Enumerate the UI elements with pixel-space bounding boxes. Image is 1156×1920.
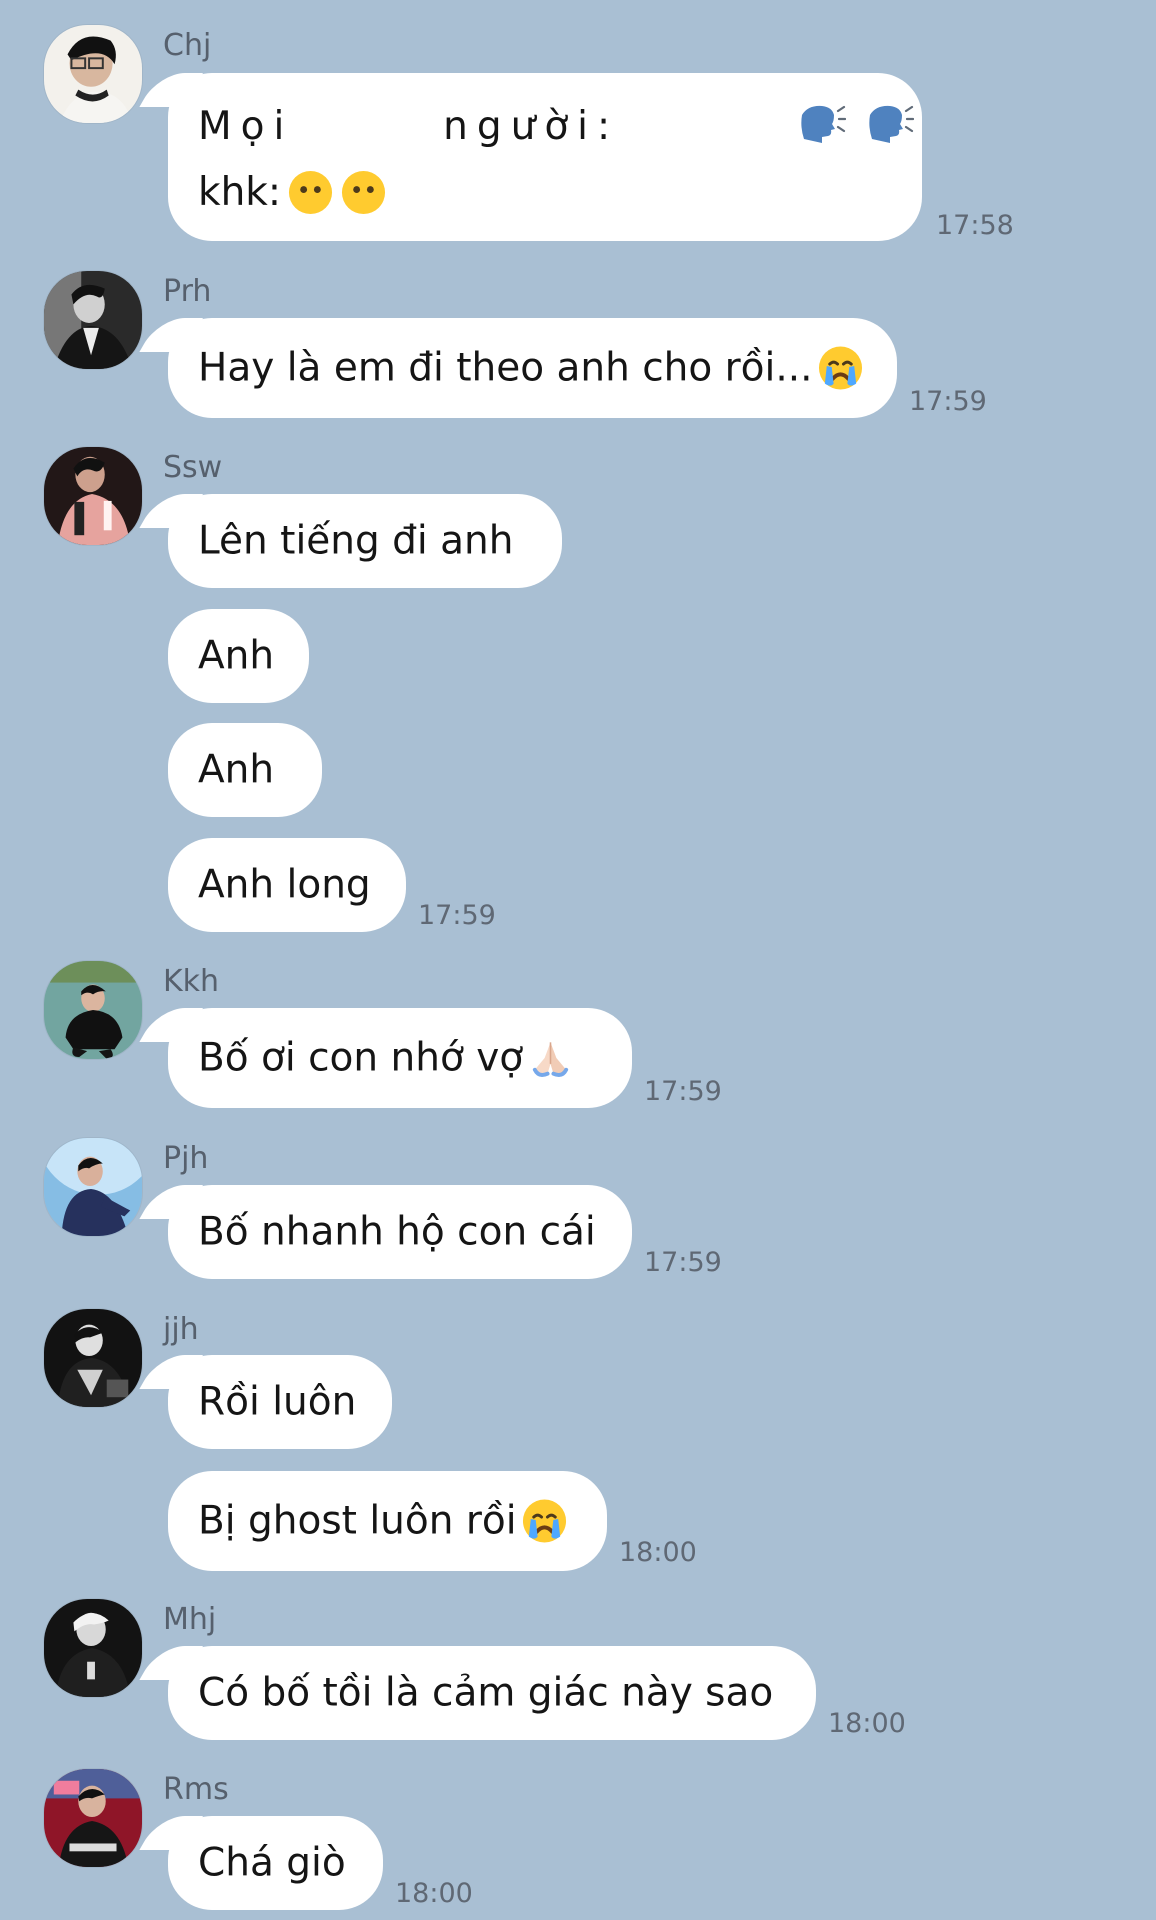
message-text: Bố ơi con nhớ vợ: [198, 1035, 524, 1081]
crying-face-icon: [521, 1498, 568, 1545]
message-text: Lên tiếng đi anh: [198, 518, 514, 564]
message-bubble[interactable]: Anh: [168, 723, 322, 817]
avatar[interactable]: [44, 447, 142, 545]
message-text: Bị ghost luôn rồi: [198, 1498, 517, 1544]
avatar[interactable]: [44, 1599, 142, 1697]
message-bubble[interactable]: Anh long: [168, 838, 406, 932]
sender-name: Kkh: [163, 964, 220, 999]
message-text: Mọi người:: [198, 104, 620, 149]
avatar-photo-icon: [44, 447, 142, 545]
avatar-photo-icon: [44, 1599, 142, 1697]
message-content: Bố ơi con nhớ vợ: [198, 1035, 574, 1082]
message-bubble[interactable]: Lên tiếng đi anh: [168, 494, 562, 588]
message-time: 17:58: [936, 210, 1014, 241]
avatar[interactable]: [44, 271, 142, 369]
avatar[interactable]: [44, 1138, 142, 1236]
sender-name: Chj: [163, 28, 212, 63]
message-bubble[interactable]: Hay là em đi theo anh cho rồi...: [168, 318, 897, 418]
message-content: Bị ghost luôn rồi: [198, 1498, 568, 1545]
message-bubble[interactable]: Mọi người: khk:: [168, 73, 922, 241]
avatar-photo-icon: [44, 961, 142, 1059]
message-time: 17:59: [644, 1247, 722, 1278]
message-bubble[interactable]: Rồi luôn: [168, 1355, 392, 1449]
message-bubble[interactable]: Có bố tồi là cảm giác này sao: [168, 1646, 816, 1740]
folded-hands-icon: [527, 1035, 574, 1082]
message-time: 17:59: [418, 900, 496, 931]
sender-name: Ssw: [163, 450, 223, 485]
neutral-face-icon: [340, 169, 387, 216]
avatar-photo-icon: [44, 1769, 142, 1867]
message-bubble[interactable]: Anh: [168, 609, 309, 703]
sender-name: Pjh: [163, 1141, 209, 1176]
message-time: 18:00: [619, 1537, 697, 1568]
message-time: 18:00: [395, 1878, 473, 1909]
avatar-photo-icon: [44, 1138, 142, 1236]
message-text: Anh: [198, 633, 275, 679]
message-line: khk:: [198, 166, 387, 218]
speaking-head-icon: [862, 99, 915, 147]
avatar-photo-icon: [44, 1309, 142, 1407]
message-time: 17:59: [644, 1076, 722, 1107]
avatar[interactable]: [44, 961, 142, 1059]
message-text: Rồi luôn: [198, 1379, 357, 1425]
message-text: Có bố tồi là cảm giác này sao: [198, 1670, 774, 1716]
message-line: Mọi người:: [198, 99, 915, 149]
message-time: 18:00: [828, 1708, 906, 1739]
sender-name: Rms: [163, 1772, 229, 1807]
avatar[interactable]: [44, 1309, 142, 1407]
avatar-photo-icon: [44, 271, 142, 369]
message-bubble[interactable]: Bố nhanh hộ con cái: [168, 1185, 632, 1279]
neutral-face-icon: [287, 169, 334, 216]
message-bubble[interactable]: Chá giò: [168, 1816, 383, 1910]
message-bubble[interactable]: Bố ơi con nhớ vợ: [168, 1008, 632, 1108]
message-text: khk:: [198, 169, 282, 215]
sender-name: Mhj: [163, 1602, 217, 1637]
sender-name: Prh: [163, 274, 212, 309]
message-text: Chá giò: [198, 1840, 346, 1886]
message-text: Anh long: [198, 862, 371, 908]
avatar-photo-icon: [44, 25, 142, 123]
speaking-head-icon: [794, 99, 847, 147]
crying-face-icon: [817, 345, 864, 392]
avatar[interactable]: [44, 25, 142, 123]
message-text: Anh: [198, 747, 275, 793]
message-content: Hay là em đi theo anh cho rồi...: [198, 345, 864, 392]
sender-name: jjh: [163, 1312, 199, 1347]
chat-window: Chj Mọi người: khk: 17:58 Prh Hay là em …: [0, 0, 1156, 1920]
message-time: 17:59: [909, 386, 987, 417]
message-text: Hay là em đi theo anh cho rồi...: [198, 345, 813, 391]
message-bubble[interactable]: Bị ghost luôn rồi: [168, 1471, 607, 1571]
avatar[interactable]: [44, 1769, 142, 1867]
message-text: Bố nhanh hộ con cái: [198, 1209, 596, 1255]
